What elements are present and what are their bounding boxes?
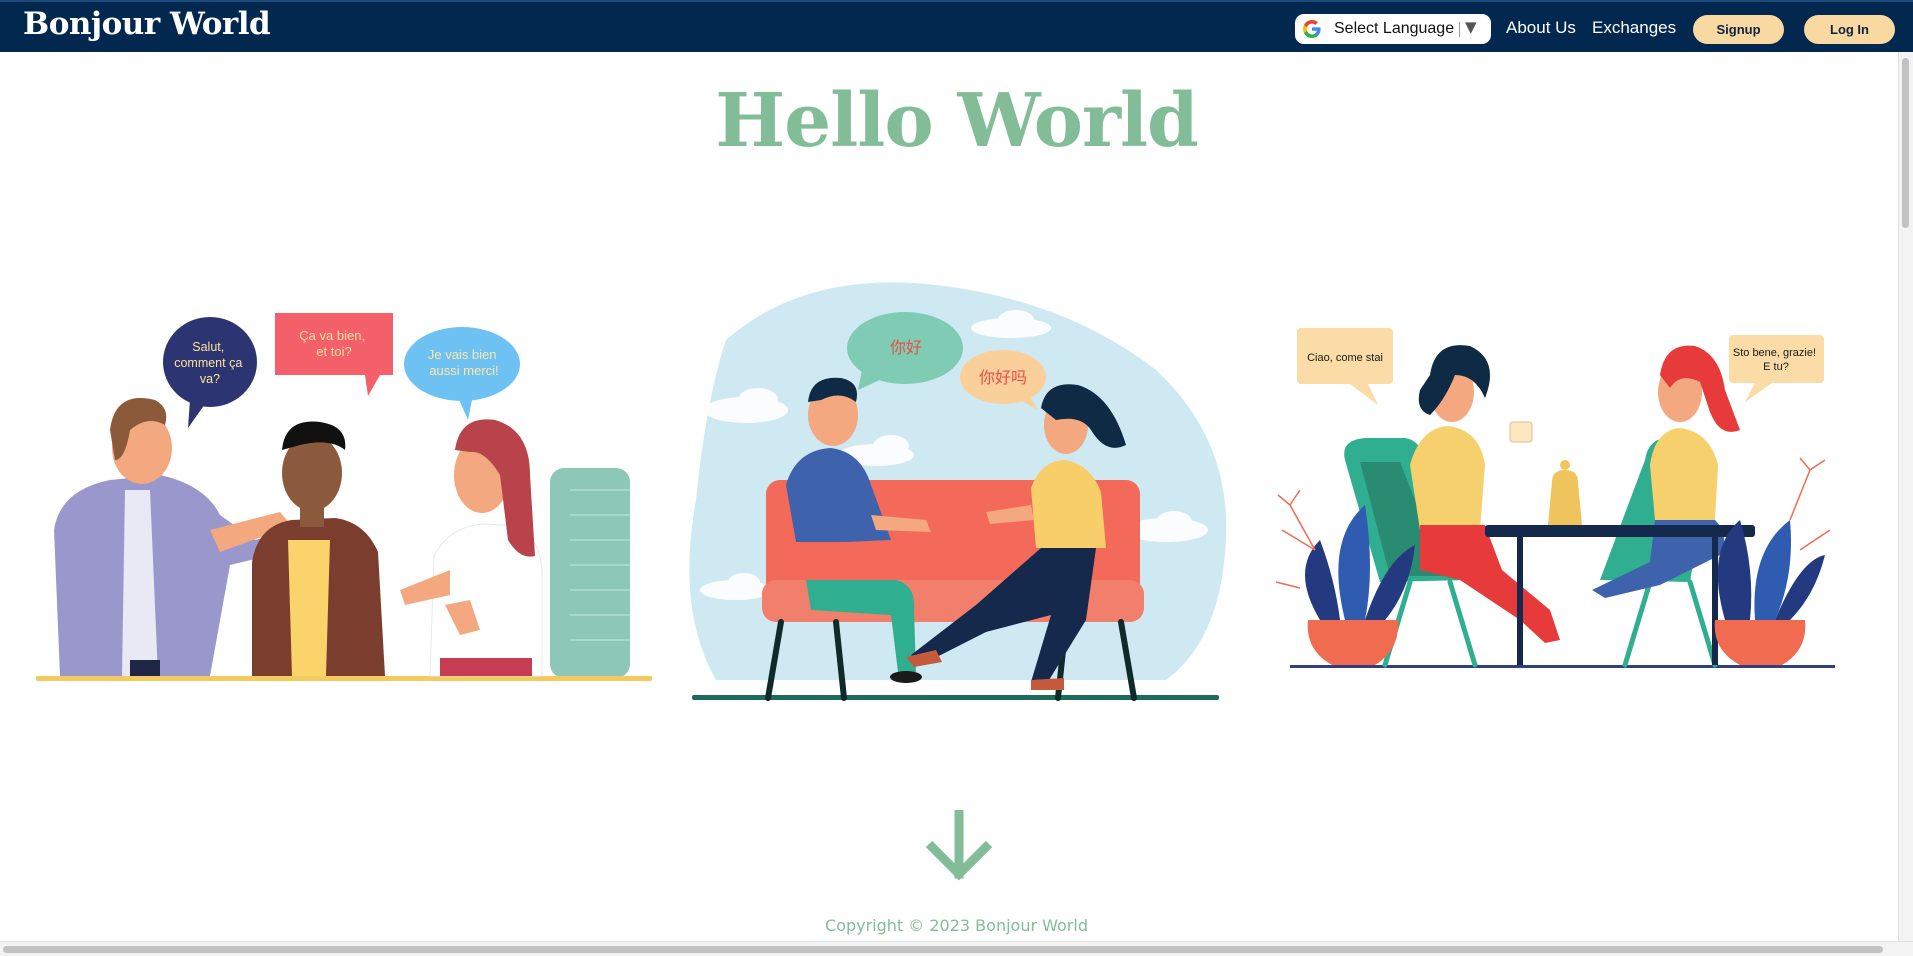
arrow-down-icon[interactable]: [924, 810, 994, 882]
brand-logo[interactable]: Bonjour World: [23, 6, 271, 42]
footer-copyright: Copyright © 2023 Bonjour World: [825, 916, 1088, 935]
language-select[interactable]: Select Language ▼: [1295, 14, 1491, 44]
vertical-scrollbar-thumb[interactable]: [1902, 58, 1909, 228]
chinese-bubble-2-text: 你好吗: [979, 369, 1027, 387]
horizontal-scrollbar-thumb[interactable]: [3, 946, 1883, 953]
top-navbar: Bonjour World Select Language ▼ About Us…: [0, 0, 1913, 52]
page: Bonjour World Select Language ▼ About Us…: [0, 0, 1913, 956]
italian-conversation-illustration: Ciao, come stai Sto bene, grazie! E tu?: [1275, 328, 1835, 668]
language-select-label: Select Language: [1334, 20, 1455, 37]
nav-link-exchanges[interactable]: Exchanges: [1592, 18, 1676, 38]
signup-button[interactable]: Signup: [1693, 15, 1784, 44]
horizontal-scrollbar[interactable]: [0, 941, 1913, 956]
page-title: Hello World: [715, 78, 1199, 164]
french-bubble-3-text: Je vais bien aussi merci!: [428, 347, 500, 378]
chinese-conversation-illustration: 你好 你好吗: [689, 282, 1227, 701]
login-button[interactable]: Log In: [1804, 15, 1895, 44]
french-conversation-illustration: Salut, comment ça va? Ça va bien, et toi…: [36, 313, 652, 681]
google-g-icon: [1303, 20, 1321, 38]
nav-link-about[interactable]: About Us: [1506, 18, 1576, 38]
chevron-down-icon: ▼: [1465, 18, 1477, 36]
language-select-divider: [1459, 22, 1460, 37]
chinese-bubble-1-text: 你好: [890, 339, 922, 357]
vertical-scrollbar[interactable]: [1898, 52, 1913, 942]
italian-bubble-1-text: Ciao, come stai: [1307, 352, 1383, 364]
